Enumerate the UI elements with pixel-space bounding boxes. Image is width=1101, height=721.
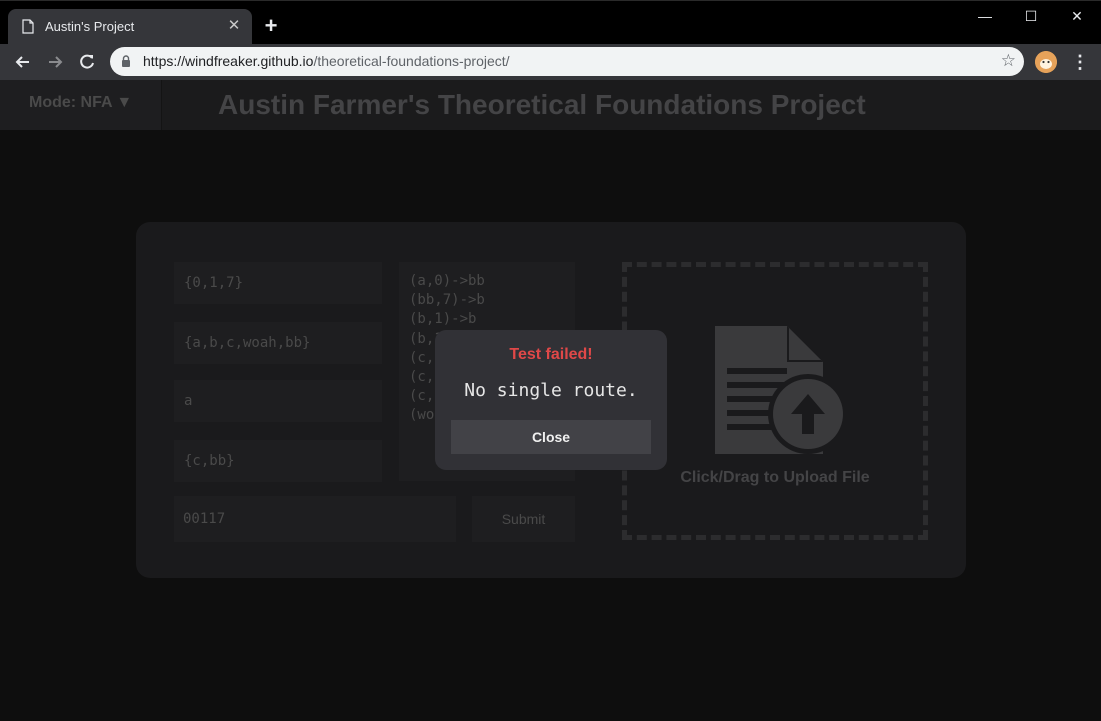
document-icon [22, 19, 34, 34]
upload-label: Click/Drag to Upload File [680, 469, 870, 486]
start-state-input[interactable]: a [174, 380, 382, 422]
modal-message: No single route. [464, 380, 638, 401]
forward-icon[interactable] [45, 52, 65, 72]
new-tab-button[interactable]: + [261, 15, 281, 37]
profile-avatar[interactable] [1035, 51, 1057, 73]
mode-dropdown[interactable]: Mode: NFA ▼ [0, 80, 162, 130]
url-host: https://windfreaker.github.io [143, 53, 314, 69]
browser-toolbar: https://windfreaker.github.io/theoretica… [0, 44, 1101, 80]
browser-menu-icon[interactable]: ⋮ [1071, 52, 1089, 72]
app-header: Mode: NFA ▼ Austin Farmer's Theoretical … [0, 80, 1101, 130]
browser-titlebar: Austin's Project ✕ + — ☐ ✕ [0, 0, 1101, 45]
modal-title: Test failed! [509, 346, 593, 363]
window-close-button[interactable]: ✕ [1062, 6, 1092, 26]
upload-file-icon [715, 326, 848, 454]
browser-tab[interactable]: Austin's Project ✕ [8, 9, 252, 45]
input-string-field[interactable]: 00117 [174, 496, 456, 542]
maximize-button[interactable]: ☐ [1016, 6, 1046, 26]
page-content: Mode: NFA ▼ Austin Farmer's Theoretical … [0, 80, 1101, 721]
address-bar[interactable]: https://windfreaker.github.io/theoretica… [110, 47, 1024, 76]
avatar-icon [1035, 51, 1057, 73]
file-upload-dropzone[interactable]: Click/Drag to Upload File [622, 262, 928, 540]
url-path: /theoretical-foundations-project/ [313, 53, 510, 69]
bookmark-star-icon[interactable]: ☆ [1001, 51, 1016, 71]
result-modal: Test failed! No single route. Close [435, 330, 667, 470]
alphabet-input[interactable]: {0,1,7} [174, 262, 382, 304]
reload-icon[interactable] [77, 52, 97, 72]
minimize-button[interactable]: — [970, 6, 1000, 26]
back-icon[interactable] [13, 52, 33, 72]
submit-button[interactable]: Submit [472, 496, 575, 542]
url-text: https://windfreaker.github.io/theoretica… [143, 53, 510, 69]
accept-states-input[interactable]: {c,bb} [174, 440, 382, 482]
lock-icon [122, 55, 130, 67]
states-input[interactable]: {a,b,c,woah,bb} [174, 322, 382, 364]
tab-title: Austin's Project [45, 19, 135, 34]
modal-close-button[interactable]: Close [451, 420, 651, 454]
page-title: Austin Farmer's Theoretical Foundations … [218, 89, 866, 120]
tab-close-icon[interactable]: ✕ [226, 18, 242, 34]
